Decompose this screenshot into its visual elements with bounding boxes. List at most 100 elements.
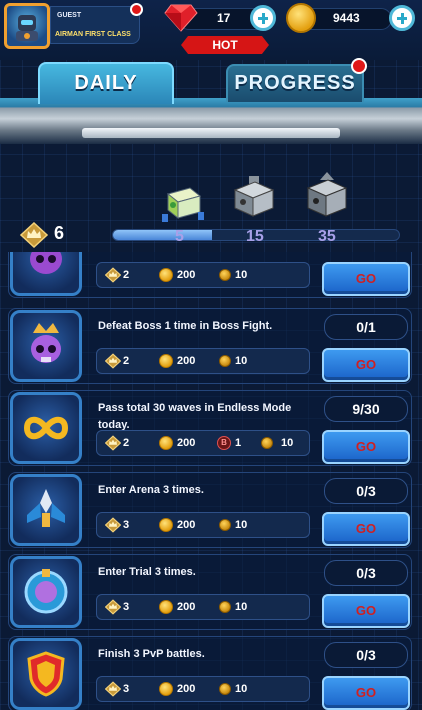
tab-progress-label: PROGRESS [234,72,356,94]
add-gems-button[interactable] [250,5,276,31]
task-progress: 0/3 [324,478,408,504]
crown-icon [105,267,121,283]
player-name: GUEST [57,12,82,19]
go-button[interactable]: GO [322,594,410,628]
reward-medal-value: 10 [235,519,248,531]
tab-progress[interactable]: PROGRESS [226,64,364,102]
reward-crown-value: 3 [123,519,130,531]
reward-crown-value: 3 [123,683,130,695]
reward-coin-value: 200 [177,683,196,695]
go-button[interactable]: GO [322,676,410,710]
reward-b-token-value: 1 [235,437,242,449]
hot-badge[interactable]: HOT [181,36,269,54]
reward-coin-value: 200 [177,601,196,613]
task-description: Enter Arena 3 times. [98,484,204,496]
go-button[interactable]: GO [322,430,410,464]
ruby-gem-icon [164,4,198,32]
task-list[interactable]: 2 200 10 GO Defeat Boss 1 time in Boss F… [0,252,422,710]
coins-value: 9443 [333,11,360,25]
reward-coin-value: 200 [177,355,196,367]
reward-coin-value: 200 [177,269,196,281]
trial-emblem-icon [10,556,82,628]
reward-coin-value: 200 [177,519,196,531]
milestone-label-1: 5 [175,228,184,245]
chest-dark-icon[interactable] [302,170,352,222]
reward-crown-value: 2 [123,437,130,449]
spaceship-icon [10,474,82,546]
crown-icon [105,435,121,451]
task-description: Pass total 30 waves in Endless Mode toda… [98,402,292,431]
reward-bar: 2 200 B 1 10 [96,430,310,456]
task-description: Defeat Boss 1 time in Boss Fight. [98,320,273,332]
coin-icon [159,354,173,368]
coin-icon [159,600,173,614]
reward-bar: 3 200 10 [96,676,310,702]
reward-medal-value: 10 [235,269,248,281]
go-button[interactable]: GO [322,262,410,296]
reward-medal-value: 10 [235,683,248,695]
profile-notification-dot [130,3,143,16]
crown-points-icon [20,222,48,248]
chest-green-icon[interactable] [160,184,206,224]
task-description: Finish 3 PvP battles. [98,648,205,660]
crown-icon [105,353,121,369]
b-token-icon: B [217,436,231,450]
medal-icon [261,437,273,449]
reward-coin-value: 200 [177,437,196,449]
task-progress: 0/1 [324,314,408,340]
crown-icon [105,681,121,697]
milestone-label-2: 15 [246,228,264,245]
chest-grey-icon[interactable] [229,174,279,222]
task-row: Finish 3 PvP battles. 0/3 3 200 10 GO [8,636,412,710]
reward-medal-value: 10 [235,355,248,367]
progress-notification-dot [351,58,367,74]
medal-icon [219,355,231,367]
reward-crown-value: 3 [123,601,130,613]
coin-icon [286,3,316,33]
crown-icon [105,517,121,533]
reward-bar: 3 200 10 [96,512,310,538]
task-description: Enter Trial 3 times. [98,566,196,578]
reward-medal-value: 10 [281,437,294,449]
tab-daily[interactable]: DAILY [38,62,174,104]
task-row: Enter Trial 3 times. 0/3 3 200 10 GO [8,554,412,630]
task-row: Defeat Boss 1 time in Boss Fight. 0/1 2 … [8,308,412,384]
avatar[interactable] [4,3,50,49]
reward-bar: 2 200 10 [96,348,310,374]
task-row: 2 200 10 GO [8,252,412,298]
medal-icon [219,269,231,281]
activity-progress-fill [113,230,212,240]
task-progress: 9/30 [324,396,408,422]
coin-icon [159,436,173,450]
reward-crown-value: 2 [123,355,130,367]
go-button[interactable]: GO [322,512,410,546]
task-progress: 0/3 [324,560,408,586]
reward-bar: 3 200 10 [96,594,310,620]
crown-icon [105,599,121,615]
medal-icon [219,683,231,695]
reward-bar: 2 200 10 [96,262,310,288]
medal-icon [219,601,231,613]
robot-avatar-icon [16,15,38,41]
activity-points: 6 [54,223,65,243]
metal-plate [82,128,340,138]
tab-daily-label: DAILY [74,72,138,94]
gems-value: 17 [217,11,231,25]
task-row: Pass total 30 waves in Endless Mode toda… [8,390,412,466]
add-coins-button[interactable] [389,5,415,31]
milestone-label-3: 35 [318,228,336,245]
go-button[interactable]: GO [322,348,410,382]
coin-icon [159,682,173,696]
skull-icon [10,252,82,296]
medal-icon [219,519,231,531]
player-rank: AIRMAN FIRST CLASS [55,31,131,38]
coin-icon [159,268,173,282]
task-progress: 0/3 [324,642,408,668]
reward-crown-value: 2 [123,269,130,281]
infinity-icon [10,392,82,464]
reward-medal-value: 10 [235,601,248,613]
shield-icon [10,638,82,710]
coin-icon [159,518,173,532]
task-row: Enter Arena 3 times. 0/3 3 200 10 GO [8,472,412,548]
skull-crown-icon [10,310,82,382]
